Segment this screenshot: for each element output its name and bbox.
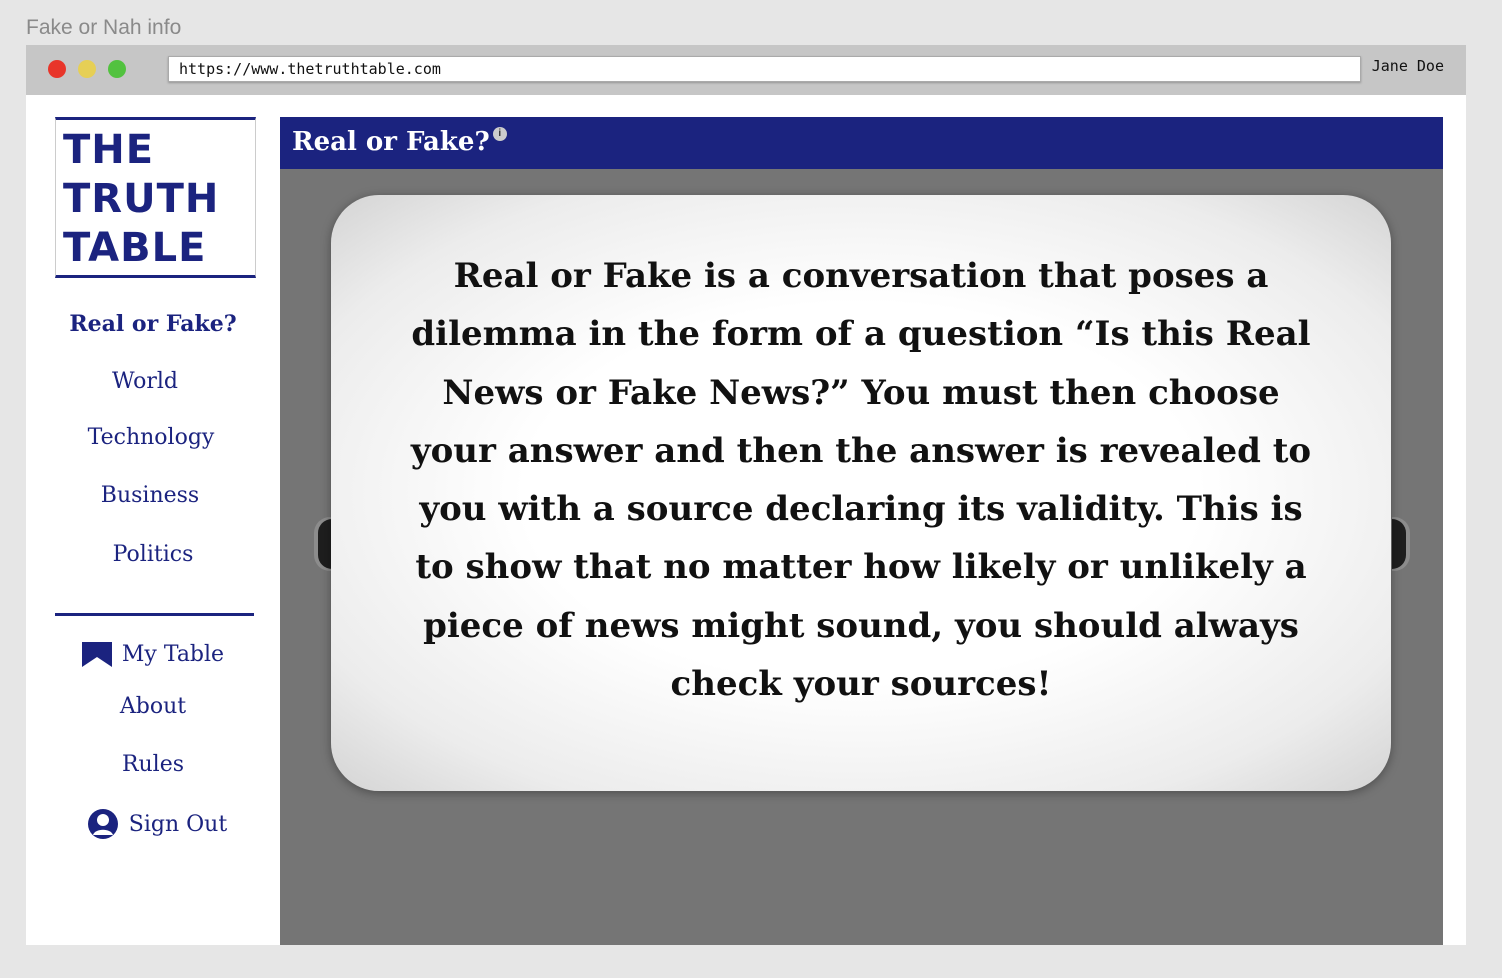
close-window-button[interactable] — [48, 60, 66, 78]
sidebar: THE TRUTH TABLE Real or Fake? World Tech… — [26, 95, 280, 945]
user-icon — [87, 809, 118, 839]
info-card: Real or Fake is a conversation that pose… — [331, 195, 1391, 791]
browser-toolbar: https://www.thetruthtable.com Jane Doe — [26, 45, 1466, 95]
logo-line: THE — [63, 127, 155, 173]
nav-world[interactable]: World — [18, 369, 272, 394]
section-header: Real or Fake? i — [280, 117, 1443, 169]
nav-my-table-label: My Table — [121, 642, 225, 667]
nav-about[interactable]: About — [26, 694, 280, 719]
nav-real-or-fake[interactable]: Real or Fake? — [26, 311, 280, 337]
nav-sign-out[interactable]: Sign Out — [30, 808, 284, 840]
page: THE TRUTH TABLE Real or Fake? World Tech… — [26, 95, 1466, 945]
user-name[interactable]: Jane Doe — [1372, 57, 1444, 75]
next-arrow[interactable] — [1392, 519, 1406, 569]
nav-technology[interactable]: Technology — [24, 425, 278, 450]
info-icon[interactable]: i — [492, 127, 507, 141]
card-description: Real or Fake is a conversation that pose… — [410, 256, 1312, 705]
bookmark-icon — [81, 642, 112, 667]
window-title: Fake or Nah info — [26, 16, 182, 39]
nav-business[interactable]: Business — [23, 483, 277, 508]
nav-politics[interactable]: Politics — [26, 542, 280, 567]
nav-my-table[interactable]: My Table — [26, 642, 280, 667]
maximize-window-button[interactable] — [108, 60, 126, 78]
address-bar[interactable]: https://www.thetruthtable.com — [168, 56, 1361, 82]
nav-sign-out-label: Sign Out — [128, 811, 228, 837]
nav-rules[interactable]: Rules — [26, 752, 280, 777]
logo-line: TRUTH — [63, 176, 220, 222]
sidebar-divider — [55, 613, 254, 616]
section-title: Real or Fake? — [292, 127, 490, 157]
logo-line: TABLE — [63, 225, 207, 271]
previous-arrow[interactable] — [318, 519, 332, 569]
main-panel: Real or Fake? i Real or Fake is a convers… — [280, 117, 1443, 945]
minimize-window-button[interactable] — [78, 60, 96, 78]
site-logo[interactable]: THE TRUTH TABLE — [55, 117, 256, 278]
